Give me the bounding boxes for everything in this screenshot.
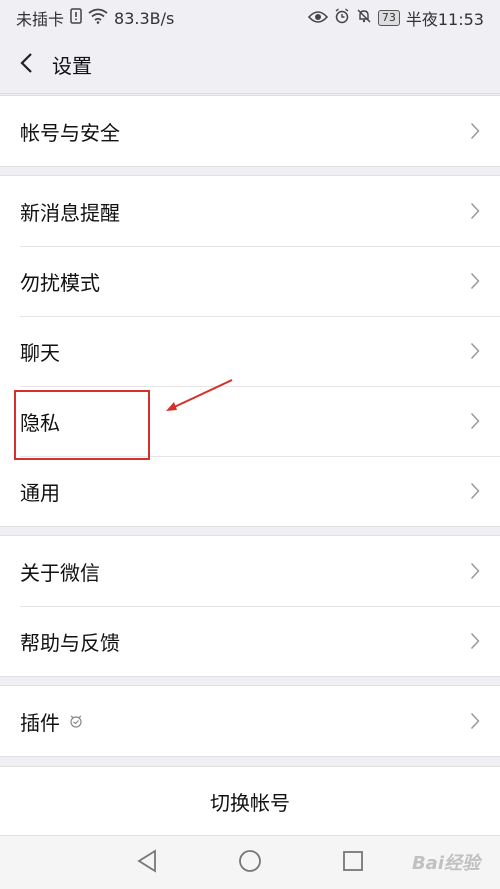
settings-item-label: 插件 — [20, 710, 60, 735]
mute-bell-icon — [356, 8, 372, 28]
settings-item-about-wechat[interactable]: 关于微信 — [0, 536, 500, 606]
settings-item-chat[interactable]: 聊天 — [0, 316, 500, 386]
clock-text: 半夜11:53 — [405, 10, 484, 29]
back-arrow-icon — [19, 52, 33, 78]
wifi-icon — [88, 8, 108, 28]
settings-item-label: 新消息提醒 — [20, 200, 120, 225]
watermark: Bai经验 — [411, 853, 480, 874]
chevron-right-icon — [470, 122, 480, 140]
chevron-right-icon — [470, 632, 480, 650]
chevron-right-icon — [470, 562, 480, 580]
chevron-right-icon — [470, 342, 480, 360]
switch-account-label: 切换帐号 — [210, 790, 290, 815]
chevron-right-icon — [470, 712, 480, 730]
alarm-icon — [334, 8, 350, 28]
settings-group-general: 新消息提醒 勿扰模式 聊天 隐私 通用 — [0, 175, 500, 527]
settings-item-label: 勿扰模式 — [20, 270, 100, 295]
plugin-badge-icon — [68, 713, 84, 729]
sim-alert-icon — [70, 8, 82, 28]
settings-item-do-not-disturb[interactable]: 勿扰模式 — [0, 246, 500, 316]
chevron-right-icon — [470, 482, 480, 500]
page-title: 设置 — [52, 54, 92, 78]
settings-item-general[interactable]: 通用 — [0, 456, 500, 526]
chevron-right-icon — [470, 202, 480, 220]
eye-icon — [307, 9, 328, 28]
settings-item-help-feedback[interactable]: 帮助与反馈 — [0, 606, 500, 676]
settings-item-label: 帮助与反馈 — [20, 630, 120, 655]
settings-item-label: 关于微信 — [20, 560, 100, 585]
settings-item-privacy[interactable]: 隐私 — [0, 386, 500, 456]
nav-home-circle-icon[interactable] — [238, 849, 262, 877]
status-bar: 未插卡 83.3B/s 73 半夜11:53 — [0, 0, 500, 36]
back-button[interactable] — [0, 36, 52, 94]
settings-item-label: 通用 — [20, 480, 60, 505]
settings-group-about: 关于微信 帮助与反馈 — [0, 535, 500, 677]
chevron-right-icon — [470, 412, 480, 430]
nav-recents-square-icon[interactable] — [342, 850, 364, 876]
chevron-right-icon — [470, 272, 480, 290]
battery-indicator: 73 — [377, 10, 400, 26]
nav-bar: 设置 — [0, 36, 500, 94]
settings-item-account-security[interactable]: 帐号与安全 — [0, 96, 500, 166]
settings-item-plugins[interactable]: 插件 — [0, 686, 500, 756]
settings-item-label: 隐私 — [20, 410, 60, 435]
settings-group-account: 帐号与安全 — [0, 95, 500, 167]
nav-back-triangle-icon[interactable] — [136, 848, 158, 877]
settings-group-plugins: 插件 — [0, 685, 500, 757]
network-speed: 83.3B/s — [114, 8, 175, 28]
settings-item-label: 聊天 — [20, 340, 60, 365]
switch-account-button[interactable]: 切换帐号 — [0, 766, 500, 836]
settings-item-label: 帐号与安全 — [20, 120, 120, 145]
settings-item-notifications[interactable]: 新消息提醒 — [0, 176, 500, 246]
carrier-text: 未插卡 — [16, 10, 65, 29]
